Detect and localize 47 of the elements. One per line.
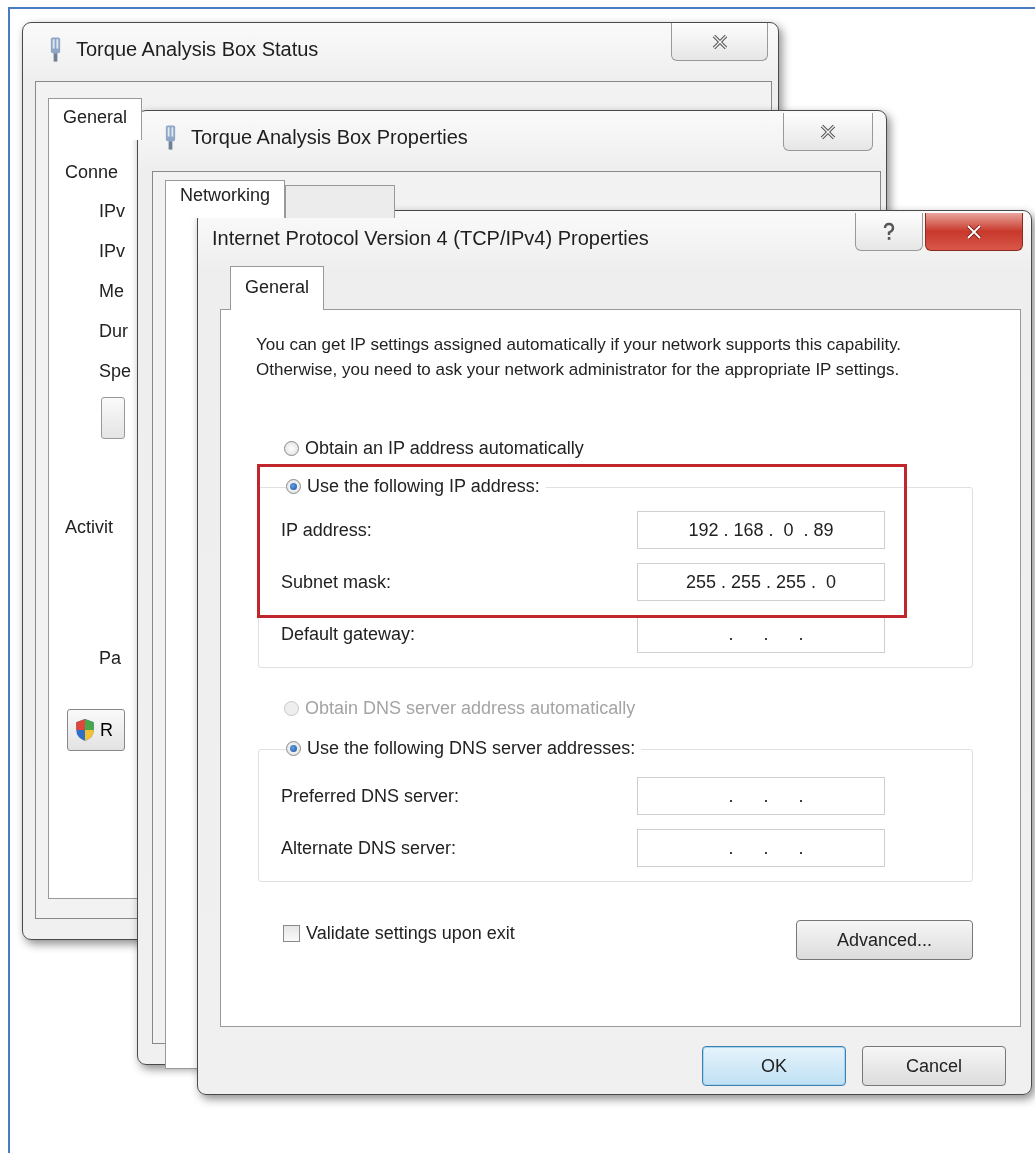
radio-button[interactable] bbox=[286, 479, 301, 494]
radio-button[interactable] bbox=[284, 441, 299, 456]
window-title: Internet Protocol Version 4 (TCP/IPv4) Properties bbox=[212, 226, 649, 250]
checkbox[interactable] bbox=[283, 924, 300, 942]
button[interactable] bbox=[101, 397, 125, 439]
shield-icon bbox=[74, 718, 96, 742]
ip-address-field[interactable]: 192 . 168 . 0 . 89 bbox=[637, 511, 885, 549]
close-button[interactable] bbox=[783, 113, 873, 151]
field-label: Pa bbox=[99, 648, 122, 669]
tab[interactable] bbox=[285, 185, 396, 218]
cancel-button[interactable]: Cancel bbox=[862, 1046, 1006, 1086]
ok-button[interactable]: OK bbox=[702, 1046, 846, 1086]
ip-address-field[interactable]: 255 . 255 . 255 . 0 bbox=[637, 563, 885, 601]
field-label: Alternate DNS server: bbox=[281, 837, 457, 859]
radio-label: Obtain DNS server address automatically bbox=[305, 698, 636, 719]
plug-icon bbox=[164, 124, 177, 150]
checkbox-label: Validate settings upon exit bbox=[306, 922, 515, 944]
radio-label: Obtain an IP address automatically bbox=[305, 438, 584, 459]
advanced-button[interactable]: Advanced... bbox=[796, 920, 973, 960]
close-button[interactable] bbox=[671, 23, 768, 61]
plug-icon bbox=[49, 36, 62, 62]
tab[interactable]: Networking bbox=[165, 180, 286, 218]
field-label: IPv bbox=[99, 201, 125, 222]
section-heading: Conne bbox=[65, 162, 119, 183]
field-label: Spe bbox=[99, 361, 132, 382]
ip-address-field[interactable]: . . . bbox=[637, 829, 885, 867]
field-label: Subnet mask: bbox=[281, 571, 392, 593]
field-label: Preferred DNS server: bbox=[281, 785, 460, 807]
ip-address-field[interactable]: . . . bbox=[637, 777, 885, 815]
radio-label: Use the following DNS server addresses: bbox=[307, 738, 636, 759]
tab[interactable]: General bbox=[230, 266, 325, 310]
tab[interactable]: General bbox=[48, 98, 143, 140]
field-label: IP address: bbox=[281, 519, 372, 541]
help-button[interactable] bbox=[855, 213, 923, 251]
shield-button[interactable]: R bbox=[67, 709, 125, 751]
window-title: Torque Analysis Box Status bbox=[76, 37, 319, 61]
help-icon bbox=[882, 220, 896, 243]
radio-button[interactable] bbox=[286, 741, 301, 756]
description-text: You can get IP settings assigned automatically if your network supports this capability. Otherwise, you need to ask your network administrator for the appropriate IP settings. bbox=[256, 334, 903, 381]
field-label: Default gateway: bbox=[281, 623, 416, 645]
section-heading: Activit bbox=[65, 517, 113, 538]
close-button[interactable] bbox=[925, 213, 1023, 251]
field-label: IPv bbox=[99, 241, 125, 262]
radio-label: Use the following IP address: bbox=[307, 476, 540, 497]
field-label: Dur bbox=[99, 321, 128, 342]
field-label: Me bbox=[99, 281, 124, 302]
window-title: Torque Analysis Box Properties bbox=[191, 125, 468, 149]
